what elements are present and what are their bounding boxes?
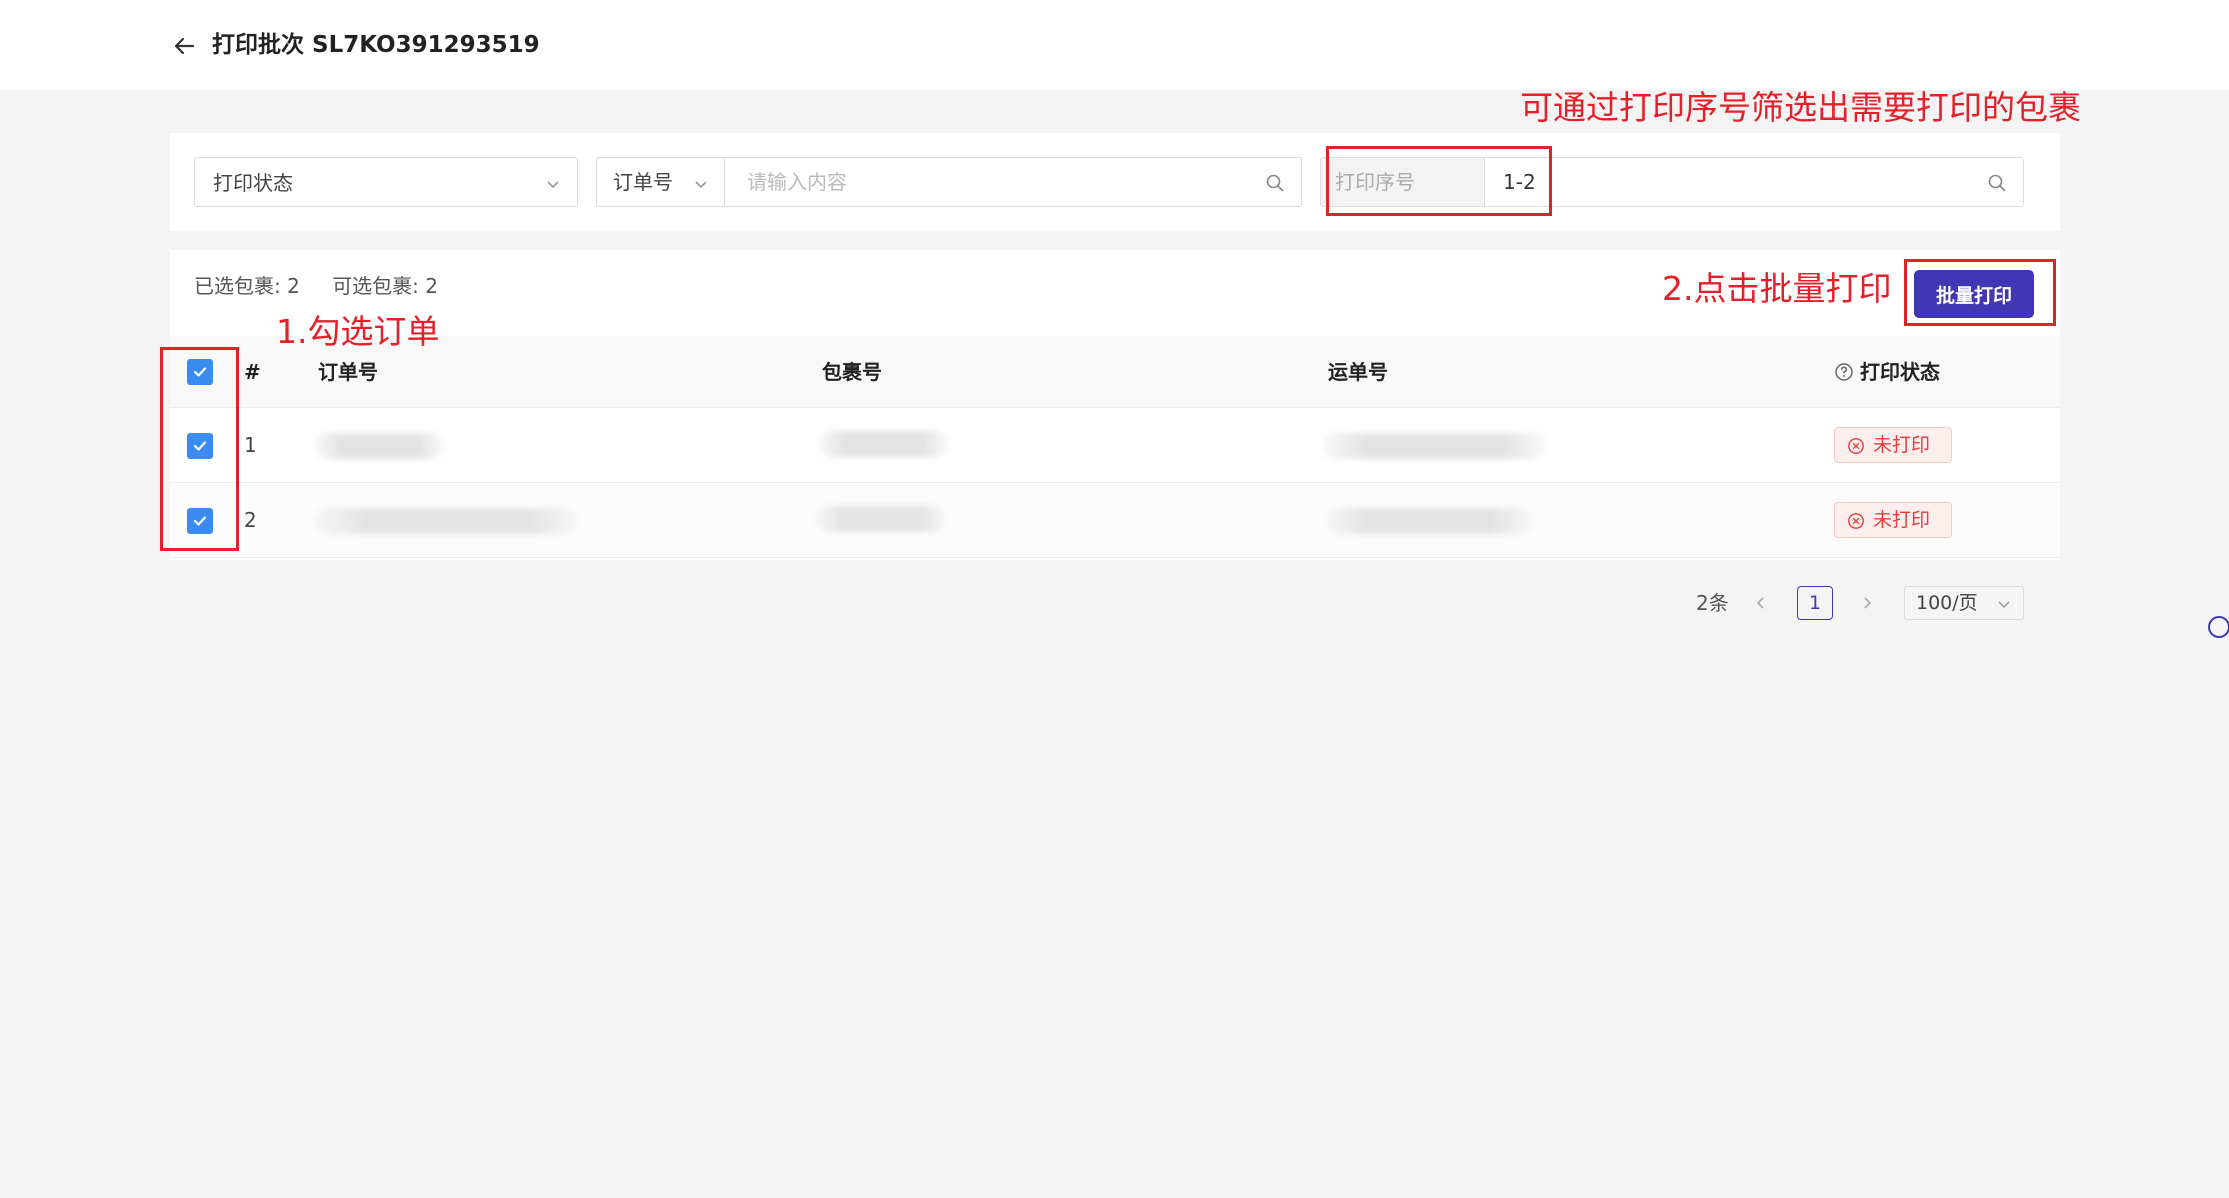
annotation-step1: 1.勾选订单 <box>276 312 440 351</box>
column-header-print-status: 打印状态 <box>1860 360 1940 384</box>
row-index: 1 <box>244 433 257 457</box>
pagination-total: 2条 <box>1696 591 1729 615</box>
column-header-order-number: 订单号 <box>318 360 378 384</box>
annotation-box-batch-print <box>1904 259 2056 326</box>
search-icon[interactable] <box>1265 173 1285 193</box>
chevron-left-icon[interactable] <box>1752 594 1770 612</box>
column-header-waybill-number: 运单号 <box>1328 360 1388 384</box>
page-size-value: 100/页 <box>1916 592 1978 614</box>
available-count: 可选包裹: 2 <box>332 274 439 298</box>
search-icon[interactable] <box>1987 173 2007 193</box>
package-number-redacted <box>816 506 946 532</box>
selected-count: 已选包裹: 2 <box>194 274 300 298</box>
print-status-select-value: 打印状态 <box>213 171 293 195</box>
annotation-box-serial-filter <box>1326 146 1552 216</box>
status-badge-label: 未打印 <box>1873 509 1931 531</box>
table-row: 2 未打印 <box>170 484 2060 558</box>
serial-number-input[interactable] <box>1503 158 1983 206</box>
close-circle-icon <box>1848 513 1864 529</box>
arrow-left-icon[interactable] <box>170 32 198 60</box>
annotation-box-checkboxes <box>160 347 239 551</box>
status-badge: 未打印 <box>1834 502 1952 538</box>
row-index: 2 <box>244 508 257 532</box>
top-bar: 打印批次 SL7KO391293519 <box>0 0 2229 90</box>
order-number-redacted <box>314 433 444 459</box>
column-header-index: # <box>244 360 261 384</box>
column-header-package-number: 包裹号 <box>822 360 882 384</box>
chevron-right-icon[interactable] <box>1858 594 1876 612</box>
table-header: # 订单号 包裹号 运单号 打印状态 <box>170 336 2060 408</box>
order-number-redacted <box>314 508 578 534</box>
help-icon[interactable] <box>1834 362 1854 382</box>
chevron-down-icon <box>547 181 559 189</box>
status-badge: 未打印 <box>1834 427 1952 463</box>
print-status-select[interactable]: 打印状态 <box>194 157 578 207</box>
page-button-current[interactable]: 1 <box>1797 586 1833 620</box>
table-row: 1 未打印 <box>170 409 2060 483</box>
close-circle-icon <box>1848 438 1864 454</box>
order-search-input[interactable] <box>747 158 1247 206</box>
chevron-down-icon <box>695 181 707 189</box>
package-number-redacted <box>818 431 948 457</box>
waybill-number-redacted <box>1326 508 1532 534</box>
waybill-number-redacted <box>1322 433 1546 459</box>
status-badge-label: 未打印 <box>1873 434 1931 456</box>
page-size-select[interactable]: 100/页 <box>1904 586 2024 620</box>
order-search-group: 订单号 <box>596 157 1302 207</box>
annotation-step2: 2.点击批量打印 <box>1662 269 1892 308</box>
selection-counts: 已选包裹: 2 可选包裹: 2 <box>194 274 464 298</box>
filter-bar: 打印状态 订单号 打印序号 <box>170 133 2060 231</box>
order-field-label: 订单号 <box>613 170 673 194</box>
page-title: 打印批次 SL7KO391293519 <box>212 32 540 58</box>
floating-ring-icon[interactable] <box>2208 616 2229 638</box>
chevron-down-icon <box>1998 601 2010 609</box>
order-field-select[interactable]: 订单号 <box>597 158 725 206</box>
annotation-filter-tip: 可通过打印序号筛选出需要打印的包裹 <box>1520 88 2081 127</box>
